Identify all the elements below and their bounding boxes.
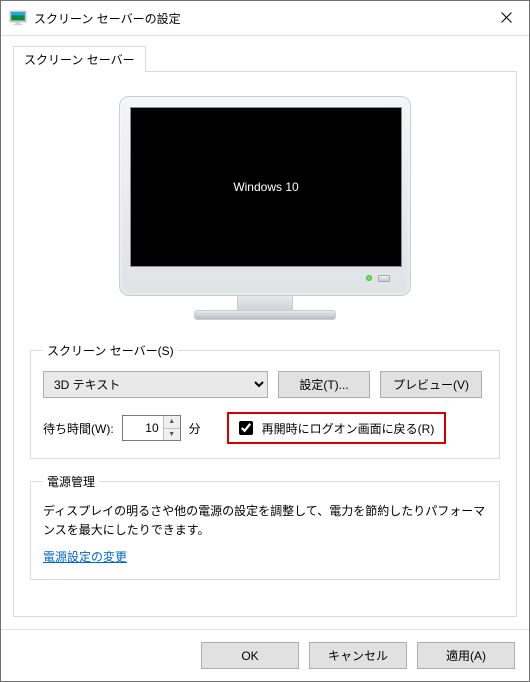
- app-icon: [9, 9, 27, 27]
- screensaver-row: 3D テキスト 設定(T)... プレビュー(V): [43, 371, 487, 398]
- tabstrip: スクリーン セーバー: [13, 46, 517, 72]
- wait-input[interactable]: [123, 416, 163, 440]
- screensaver-select[interactable]: 3D テキスト: [43, 371, 268, 398]
- spin-up-button[interactable]: ▲: [164, 416, 180, 429]
- wait-unit: 分: [189, 420, 201, 437]
- screensaver-group: スクリーン セーバー(S) 3D テキスト 設定(T)... プレビュー(V) …: [30, 342, 500, 459]
- monitor-preview: Windows 10: [30, 88, 500, 342]
- resume-logon-checkbox[interactable]: [239, 421, 253, 435]
- monitor-bezel-bottom: [130, 267, 400, 289]
- spin-buttons: ▲ ▼: [163, 416, 180, 440]
- dialog-footer: OK キャンセル 適用(A): [1, 629, 529, 681]
- tab-panel: Windows 10 スクリーン セーバー(S) 3D テキスト: [13, 71, 517, 617]
- settings-button[interactable]: 設定(T)...: [278, 371, 370, 398]
- power-management-legend: 電源管理: [43, 473, 99, 490]
- ok-button[interactable]: OK: [201, 642, 299, 669]
- monitor-screen: Windows 10: [130, 107, 402, 267]
- screensaver-group-legend: スクリーン セーバー(S): [43, 342, 178, 359]
- wait-row: 待ち時間(W): ▲ ▼ 分 再開時にログオン画面に戻る(R): [43, 412, 487, 444]
- apply-button[interactable]: 適用(A): [417, 642, 515, 669]
- monitor-button-icon: [378, 275, 390, 282]
- dialog-window: スクリーン セーバーの設定 スクリーン セーバー Windows 10: [0, 0, 530, 682]
- monitor: Windows 10: [119, 96, 411, 320]
- close-button[interactable]: [483, 1, 529, 34]
- preview-button[interactable]: プレビュー(V): [380, 371, 482, 398]
- spin-down-button[interactable]: ▼: [164, 429, 180, 441]
- monitor-base: [194, 310, 336, 320]
- window-title: スクリーン セーバーの設定: [34, 10, 181, 27]
- close-icon: [501, 12, 512, 23]
- cancel-button[interactable]: キャンセル: [309, 642, 407, 669]
- resume-logon-label: 再開時にログオン画面に戻る(R): [262, 420, 435, 437]
- resume-logon-highlight: 再開時にログオン画面に戻る(R): [227, 412, 447, 444]
- titlebar: スクリーン セーバーの設定: [1, 1, 529, 36]
- monitor-bezel: Windows 10: [119, 96, 411, 296]
- wait-label: 待ち時間(W):: [43, 420, 114, 437]
- power-led-icon: [366, 275, 372, 281]
- tab-screensaver[interactable]: スクリーン セーバー: [13, 46, 146, 72]
- power-management-group: 電源管理 ディスプレイの明るさや他の電源の設定を調整して、電力を節約したりパフォ…: [30, 473, 500, 580]
- screensaver-preview-text: Windows 10: [233, 180, 298, 194]
- monitor-stand: [237, 296, 293, 310]
- client-area: スクリーン セーバー Windows 10: [1, 36, 529, 629]
- power-management-text: ディスプレイの明るさや他の電源の設定を調整して、電力を節約したりパフォーマンスを…: [43, 502, 487, 540]
- wait-spinner: ▲ ▼: [122, 415, 181, 441]
- change-power-settings-link[interactable]: 電源設定の変更: [43, 550, 127, 564]
